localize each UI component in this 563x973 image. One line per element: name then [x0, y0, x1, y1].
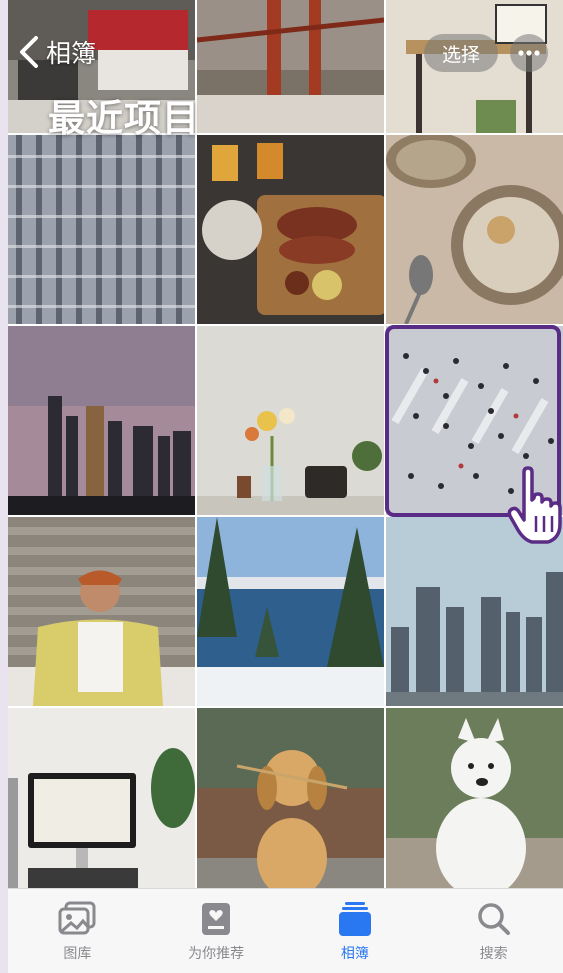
photos-app-screen: 相簿 最近项目 选择 图库 为你推荐 相簿 搜索 — [8, 0, 563, 973]
tab-library[interactable]: 图库 — [8, 889, 147, 973]
photo-thumbnail[interactable] — [386, 135, 563, 324]
for-you-icon — [202, 903, 231, 935]
chevron-left-icon — [20, 36, 38, 68]
photo-thumbnail[interactable] — [8, 135, 195, 324]
page-title: 最近项目 — [48, 97, 200, 140]
photo-thumbnail[interactable] — [197, 326, 384, 515]
photo-thumbnail[interactable] — [197, 517, 384, 706]
ellipsis-icon — [518, 50, 540, 56]
photo-thumbnail[interactable] — [8, 517, 195, 706]
tab-library-label: 图库 — [63, 946, 92, 962]
tab-search-label: 搜索 — [479, 946, 508, 962]
tab-bar: 图库 为你推荐 相簿 搜索 — [8, 888, 563, 973]
photo-thumbnail[interactable] — [8, 708, 195, 896]
albums-icon — [338, 902, 371, 936]
photo-thumbnail[interactable] — [197, 0, 384, 133]
photo-library-icon — [58, 901, 96, 935]
tab-albums-label: 相簿 — [340, 946, 369, 962]
back-button[interactable]: 相簿 — [18, 30, 96, 74]
photo-thumbnail[interactable] — [8, 326, 195, 515]
photo-thumbnail[interactable] — [197, 135, 384, 324]
tab-for-you-label: 为你推荐 — [188, 946, 245, 962]
tab-search[interactable]: 搜索 — [424, 889, 563, 973]
more-button[interactable] — [510, 34, 548, 72]
tab-albums[interactable]: 相簿 — [286, 889, 425, 973]
photo-thumbnail[interactable] — [386, 517, 563, 706]
search-icon — [477, 903, 510, 935]
select-button[interactable]: 选择 — [424, 34, 498, 72]
tab-for-you[interactable]: 为你推荐 — [147, 889, 286, 973]
photo-thumbnail[interactable] — [386, 708, 563, 896]
photo-thumbnail[interactable] — [197, 708, 384, 896]
back-button-label: 相簿 — [46, 39, 97, 68]
hand-pointer-icon — [507, 466, 562, 544]
